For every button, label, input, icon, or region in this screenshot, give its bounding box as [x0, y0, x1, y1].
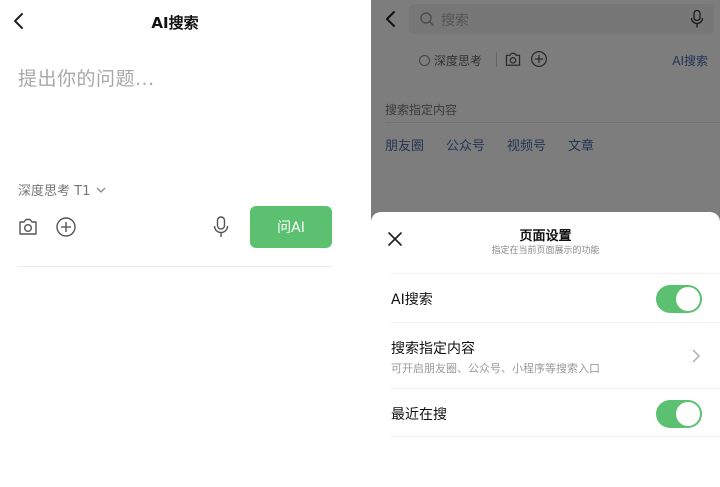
- recent-searches-toggle[interactable]: [656, 400, 702, 428]
- plus-icon[interactable]: [55, 216, 77, 238]
- ai-search-page: AI搜索 提出你的问题... 深度思考 T1 问AI: [0, 0, 350, 487]
- setting-label: 搜索指定内容: [391, 341, 475, 357]
- camera-icon[interactable]: [17, 217, 39, 237]
- ai-search-toggle[interactable]: [656, 285, 702, 313]
- model-selector[interactable]: 深度思考 T1: [18, 180, 106, 199]
- toggle-knob: [676, 402, 700, 426]
- divider: [18, 266, 332, 267]
- model-label: 深度思考 T1: [18, 184, 91, 199]
- search-settings-screen: 搜索 深度思考 AI搜索 搜索指定内容 朋友圈 公众号 视频号: [371, 0, 720, 487]
- setting-row-specified-content[interactable]: 搜索指定内容 可开启朋友圈、公众号、小程序等搜索入口: [391, 322, 720, 388]
- setting-label: 最近在搜: [391, 407, 447, 423]
- setting-row-recent-searches: 最近在搜: [391, 388, 720, 437]
- setting-row-ai-search: AI搜索: [391, 273, 720, 322]
- ask-ai-button[interactable]: 问AI: [250, 206, 332, 248]
- setting-label: AI搜索: [391, 292, 433, 308]
- sheet-subtitle: 指定在当前页面展示的功能: [491, 246, 600, 256]
- page-title: AI搜索: [151, 14, 199, 32]
- toggle-knob: [676, 287, 700, 311]
- chevron-right-icon: [692, 349, 700, 363]
- sheet-title: 页面设置: [519, 229, 572, 244]
- page-settings-sheet: 页面设置 指定在当前页面展示的功能 AI搜索 搜索指定内容 可开启朋友圈、公众号…: [371, 212, 720, 487]
- mic-icon[interactable]: [212, 215, 230, 239]
- chevron-down-icon: [96, 187, 106, 193]
- setting-description: 可开启朋友圈、公众号、小程序等搜索入口: [391, 362, 600, 375]
- question-input[interactable]: 提出你的问题...: [18, 64, 155, 91]
